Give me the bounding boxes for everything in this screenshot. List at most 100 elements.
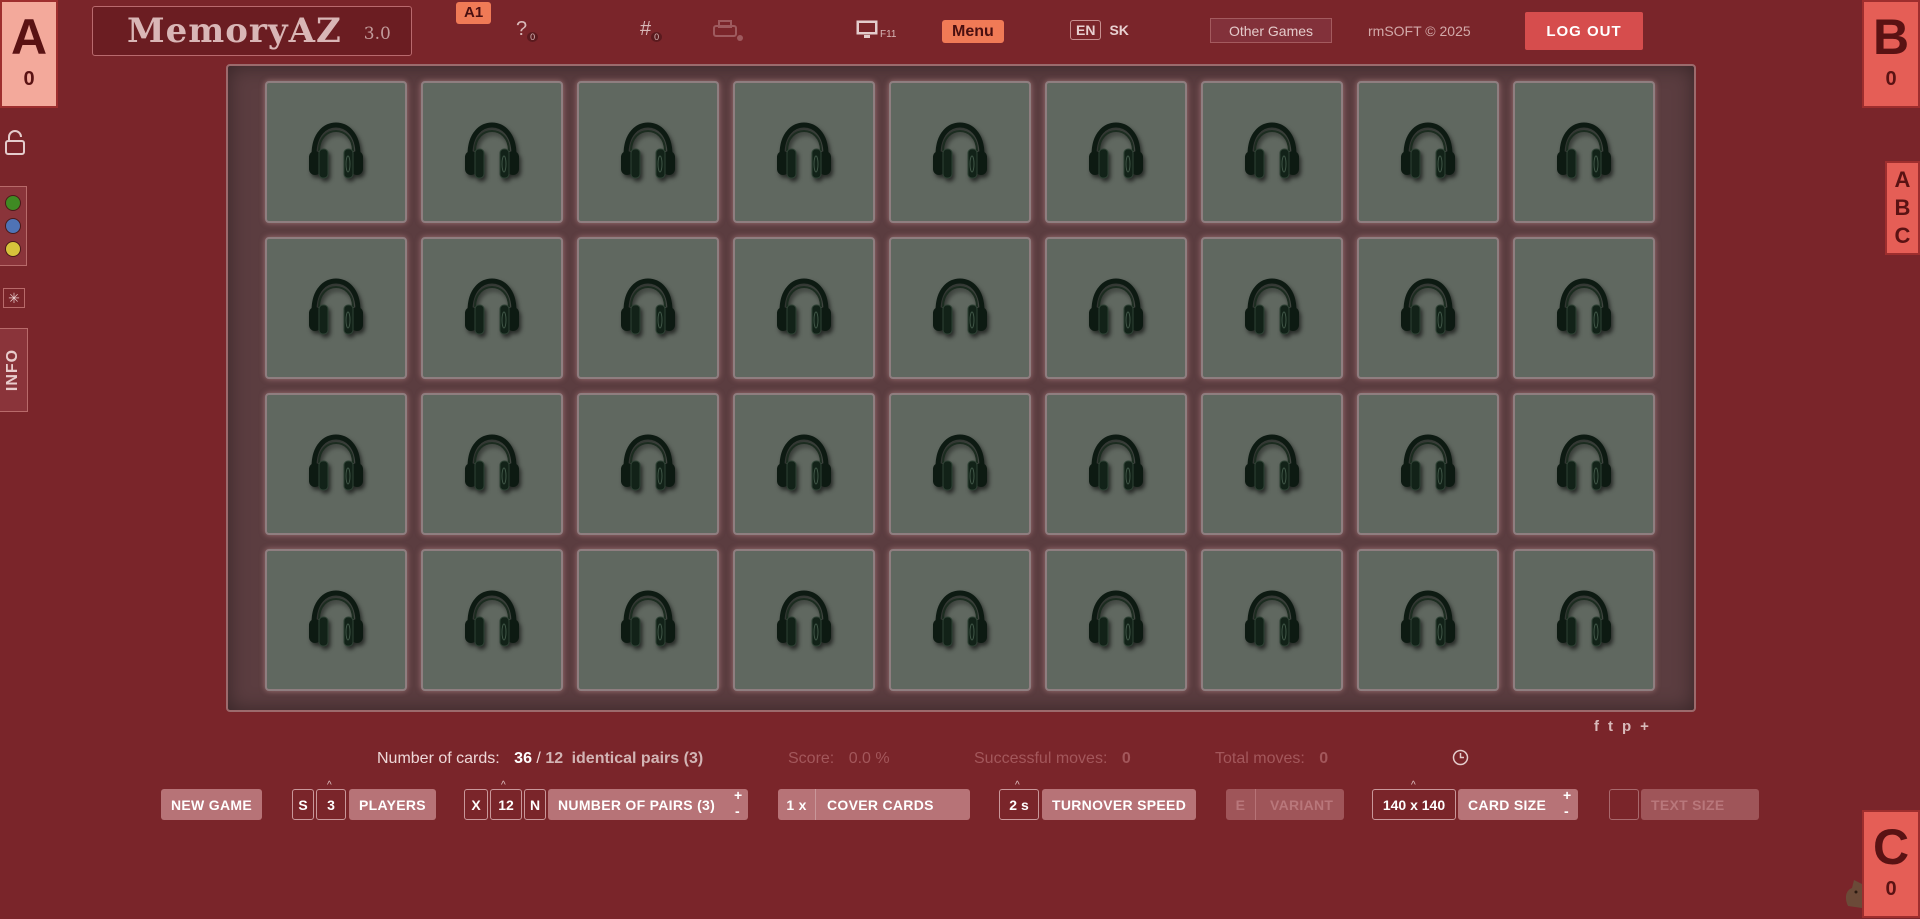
memory-card[interactable]	[1513, 549, 1655, 691]
memory-card[interactable]	[1045, 237, 1187, 379]
memory-card[interactable]	[1357, 549, 1499, 691]
logo-text: MemoryAZ	[127, 11, 342, 51]
headphones-icon	[777, 122, 831, 179]
twitter-icon[interactable]: t	[1608, 718, 1613, 735]
fullscreen-button[interactable]: F11	[856, 20, 897, 40]
memory-card[interactable]	[577, 549, 719, 691]
memory-card[interactable]	[265, 393, 407, 535]
color-picker	[0, 186, 27, 266]
players-count[interactable]: 3	[316, 789, 346, 820]
card-size-minus-button[interactable]: -	[1564, 804, 1569, 818]
memory-card[interactable]	[1045, 393, 1187, 535]
memory-card[interactable]	[1513, 393, 1655, 535]
pinterest-icon[interactable]: p	[1622, 718, 1631, 735]
headphones-icon	[933, 122, 987, 179]
player-b-box[interactable]: B 0	[1862, 0, 1920, 108]
color-dot-blue[interactable]	[5, 218, 21, 234]
memory-card[interactable]	[889, 393, 1031, 535]
headphones-icon	[1089, 122, 1143, 179]
star-icon[interactable]: ✳	[3, 288, 25, 308]
memory-card[interactable]	[421, 549, 563, 691]
memory-card[interactable]	[889, 81, 1031, 223]
headphones-icon	[309, 122, 363, 179]
memory-card[interactable]	[577, 393, 719, 535]
memory-card[interactable]	[1357, 237, 1499, 379]
turnover-speed-button[interactable]: TURNOVER SPEED	[1042, 789, 1197, 820]
memory-card[interactable]	[733, 237, 875, 379]
memory-card[interactable]	[733, 549, 875, 691]
player-score: 0	[1885, 68, 1897, 90]
number-of-pairs-button[interactable]: NUMBER OF PAIRS (3)	[548, 789, 748, 820]
lang-en[interactable]: EN	[1070, 20, 1102, 40]
memory-card[interactable]	[421, 237, 563, 379]
headphones-icon	[621, 278, 675, 335]
memory-card[interactable]	[421, 81, 563, 223]
lang-sk[interactable]: SK	[1107, 20, 1130, 40]
info-tab[interactable]: INFO	[0, 328, 28, 412]
abc-tab[interactable]: A B C	[1885, 161, 1920, 255]
grid-number-icon[interactable]: #0	[640, 18, 663, 42]
memory-card[interactable]	[577, 81, 719, 223]
logout-button[interactable]: LOG OUT	[1525, 12, 1643, 50]
pairs-minus-button[interactable]: -	[735, 804, 740, 818]
card-size-button[interactable]: CARD SIZE	[1458, 789, 1578, 820]
color-dot-yellow[interactable]	[5, 241, 21, 257]
other-games-button[interactable]: Other Games	[1210, 18, 1332, 43]
cat-mascot-icon[interactable]	[1842, 878, 1862, 908]
memory-card[interactable]	[265, 237, 407, 379]
pairs-count[interactable]: 12	[490, 789, 522, 820]
help-icon[interactable]: ? 0	[516, 18, 539, 42]
memory-card[interactable]	[889, 549, 1031, 691]
headphones-icon	[1245, 590, 1299, 647]
memory-card[interactable]	[1201, 237, 1343, 379]
memory-card[interactable]	[265, 81, 407, 223]
cover-count[interactable]: 1 x	[778, 789, 816, 820]
turnover-speed-value[interactable]: 2 s	[999, 789, 1039, 820]
headphones-icon	[777, 434, 831, 491]
score-value: 0.0 %	[848, 750, 890, 767]
memory-card[interactable]	[889, 237, 1031, 379]
memory-card[interactable]	[1045, 81, 1187, 223]
text-size-button[interactable]: TEXT SIZE	[1641, 789, 1759, 820]
memory-card[interactable]	[1201, 549, 1343, 691]
grid-count: 0	[651, 32, 663, 42]
cover-cards-control[interactable]: 1 x COVER CARDS	[778, 789, 970, 820]
memory-card[interactable]	[1201, 81, 1343, 223]
clock-icon[interactable]	[1452, 749, 1469, 766]
memory-card[interactable]	[1513, 237, 1655, 379]
memory-card[interactable]	[1357, 81, 1499, 223]
pairs-x-toggle[interactable]: X	[464, 789, 488, 820]
share-plus-icon[interactable]: +	[1640, 718, 1649, 735]
memory-card[interactable]	[1513, 81, 1655, 223]
app-logo[interactable]: MemoryAZ 3.0	[92, 6, 412, 56]
pairs-n-toggle[interactable]: N	[524, 789, 546, 820]
memory-card[interactable]	[1357, 393, 1499, 535]
variant-control[interactable]: E VARIANT	[1226, 789, 1344, 820]
card-size-value[interactable]: 140 x 140	[1372, 789, 1456, 820]
memory-card[interactable]	[733, 81, 875, 223]
memory-card[interactable]	[265, 549, 407, 691]
memory-card[interactable]	[1045, 549, 1187, 691]
headphones-icon	[621, 434, 675, 491]
new-game-button[interactable]: NEW GAME	[161, 789, 262, 820]
unlock-icon[interactable]	[4, 130, 26, 156]
print-icon[interactable]	[710, 20, 744, 42]
player-a-box[interactable]: A 0	[0, 0, 58, 108]
menu-button[interactable]: Menu	[942, 20, 1004, 43]
variant-e[interactable]: E	[1226, 789, 1256, 820]
player-c-box[interactable]: C 0	[1862, 810, 1920, 918]
pairs-plus-button[interactable]: +	[734, 788, 742, 802]
memory-card[interactable]	[421, 393, 563, 535]
card-size-plus-button[interactable]: +	[1563, 788, 1571, 802]
facebook-icon[interactable]: f	[1594, 718, 1599, 735]
fullscreen-key: F11	[880, 29, 897, 40]
players-button[interactable]: PLAYERS	[349, 789, 436, 820]
memory-card[interactable]	[1201, 393, 1343, 535]
players-single-toggle[interactable]: S	[292, 789, 314, 820]
level-badge[interactable]: A1	[456, 2, 492, 24]
color-dot-green[interactable]	[5, 195, 21, 211]
headphones-icon	[933, 278, 987, 335]
memory-card[interactable]	[577, 237, 719, 379]
memory-card[interactable]	[733, 393, 875, 535]
text-size-value[interactable]	[1609, 789, 1639, 820]
